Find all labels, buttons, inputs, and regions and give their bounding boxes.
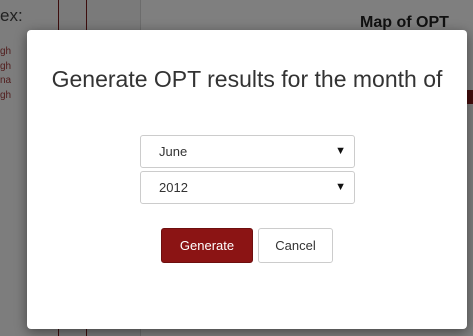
month-select[interactable]: June ▼ xyxy=(140,135,355,168)
chevron-down-icon: ▼ xyxy=(335,181,346,193)
generate-button[interactable]: Generate xyxy=(161,228,253,263)
chevron-down-icon: ▼ xyxy=(335,145,346,157)
cancel-button[interactable]: Cancel xyxy=(258,228,333,263)
year-select-value: 2012 xyxy=(159,180,188,195)
dialog-title: Generate OPT results for the month of xyxy=(51,66,443,92)
month-select-value: June xyxy=(159,144,188,159)
year-select[interactable]: 2012 ▼ xyxy=(140,171,355,204)
generate-opt-dialog: Generate OPT results for the month of Ju… xyxy=(27,30,467,329)
